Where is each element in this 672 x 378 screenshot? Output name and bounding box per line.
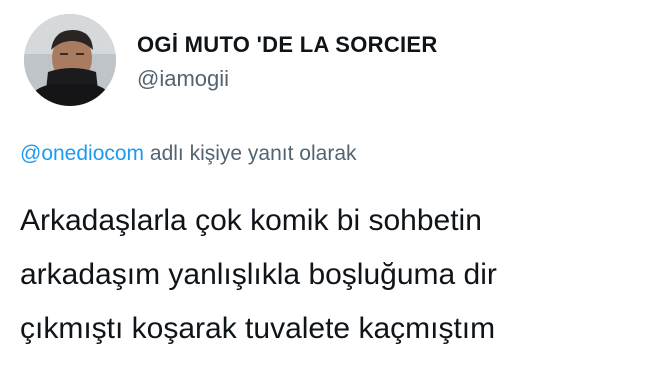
display-name[interactable]: OGİ MUTO 'DE LA SORCIER — [137, 32, 438, 58]
tweet-text-line: Arkadaşlarla çok komik bi sohbetin — [20, 204, 482, 237]
tweet-text-line: arkadaşım yanlışlıkla boşluğuma dir — [20, 258, 497, 291]
reply-context-text: adlı kişiye yanıt olarak — [144, 142, 357, 165]
tweet-text-line: çıkmıştı koşarak tuvalete kaçmıştım — [20, 312, 496, 345]
reply-mention-link[interactable]: @onediocom — [20, 142, 144, 165]
avatar-photo — [24, 14, 116, 106]
username-handle[interactable]: @iamogii — [137, 66, 229, 92]
tweet-text: Arkadaşlarla çok komik bi sohbetin arkad… — [20, 194, 672, 356]
tweet-card: OGİ MUTO 'DE LA SORCIER @iamogii @onedio… — [0, 0, 672, 378]
reply-context: @onediocom adlı kişiye yanıt olarak — [20, 142, 357, 166]
avatar[interactable] — [24, 14, 116, 106]
